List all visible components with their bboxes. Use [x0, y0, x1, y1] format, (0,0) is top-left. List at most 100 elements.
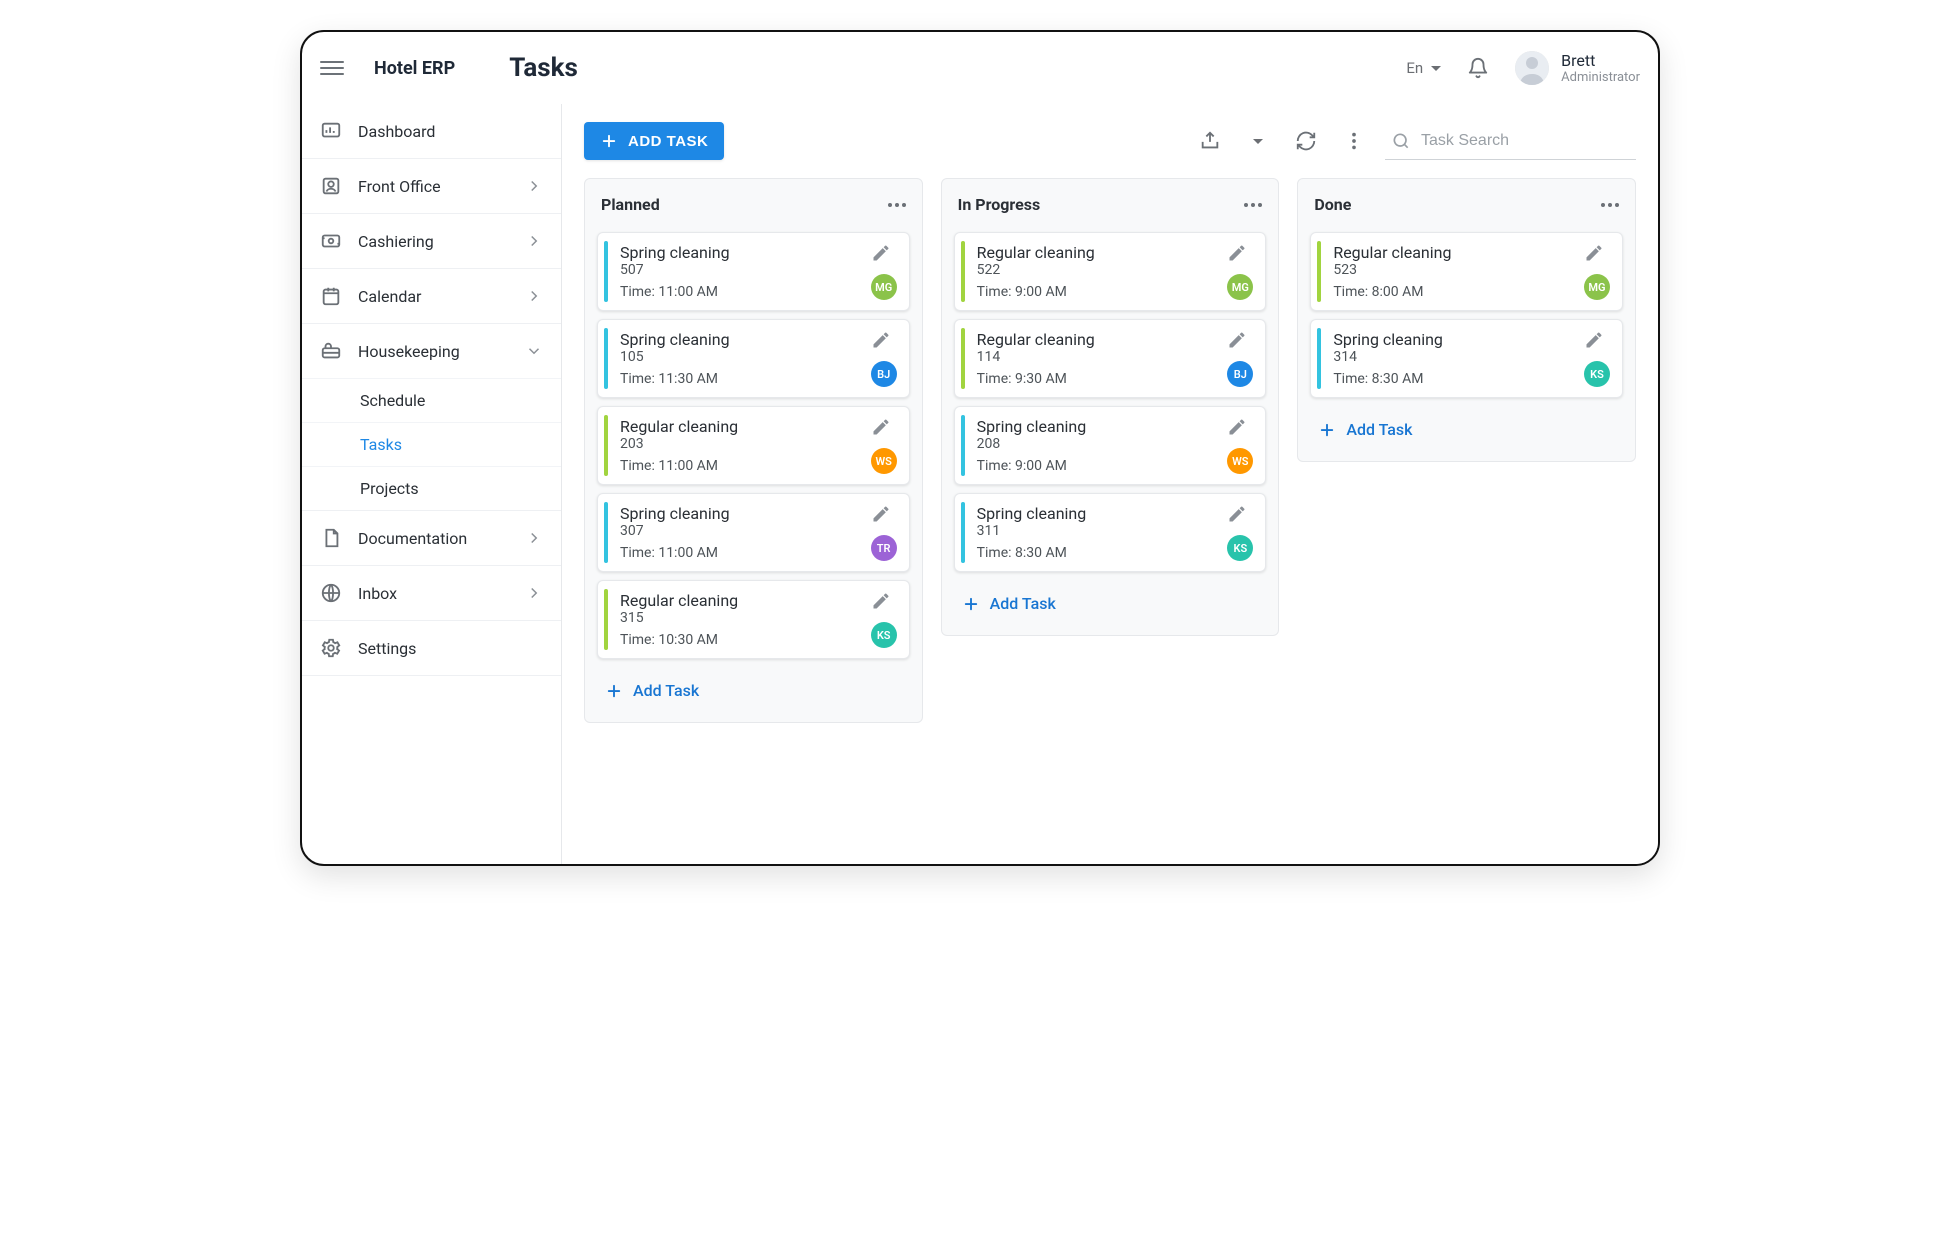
assignee-avatar[interactable]: KS — [871, 622, 897, 648]
sidebar-item-dashboard[interactable]: Dashboard — [302, 104, 561, 158]
task-card[interactable]: Regular cleaning203Time: 11:00 AMWS — [597, 406, 910, 485]
layout: Dashboard Front Office — [302, 104, 1658, 864]
task-card[interactable]: Regular cleaning522Time: 9:00 AMMG — [954, 232, 1267, 311]
user-name: Brett — [1561, 51, 1640, 70]
task-room: 208 — [977, 436, 1220, 452]
edit-task-button[interactable] — [871, 504, 897, 528]
edit-task-button[interactable] — [1227, 243, 1253, 267]
edit-task-button[interactable] — [1227, 417, 1253, 441]
export-menu-button[interactable] — [1241, 124, 1275, 158]
edit-task-button[interactable] — [1584, 330, 1610, 354]
sidebar: Dashboard Front Office — [302, 104, 562, 864]
assignee-avatar[interactable]: MG — [1227, 274, 1253, 300]
sidebar-item-label: Dashboard — [358, 122, 543, 141]
search-input[interactable] — [1419, 131, 1630, 151]
language-selector[interactable]: En — [1406, 59, 1441, 77]
edit-task-button[interactable] — [1227, 330, 1253, 354]
task-title: Regular cleaning — [977, 330, 1220, 349]
task-title: Spring cleaning — [620, 243, 863, 262]
language-label: En — [1406, 59, 1423, 77]
task-card[interactable]: Regular cleaning315Time: 10:30 AMKS — [597, 580, 910, 659]
card-stripe — [1317, 241, 1321, 302]
assignee-avatar[interactable]: WS — [1227, 448, 1253, 474]
more-button[interactable] — [1337, 124, 1371, 158]
task-time: Time: 9:00 AM — [977, 284, 1220, 300]
task-time: Time: 8:30 AM — [1333, 371, 1576, 387]
chevron-right-icon — [525, 287, 543, 305]
card-stripe — [961, 241, 965, 302]
sidebar-item-calendar[interactable]: Calendar — [302, 269, 561, 323]
task-card[interactable]: Spring cleaning307Time: 11:00 AMTR — [597, 493, 910, 572]
column-in_progress: In ProgressRegular cleaning522Time: 9:00… — [941, 178, 1280, 636]
edit-task-button[interactable] — [871, 330, 897, 354]
edit-task-button[interactable] — [871, 243, 897, 267]
column-done: DoneRegular cleaning523Time: 8:00 AMMGSp… — [1297, 178, 1636, 462]
add-task-button[interactable]: ADD TASK — [584, 122, 724, 160]
task-room: 311 — [977, 523, 1220, 539]
assignee-avatar[interactable]: TR — [871, 535, 897, 561]
assignee-avatar[interactable]: BJ — [871, 361, 897, 387]
task-card[interactable]: Spring cleaning314Time: 8:30 AMKS — [1310, 319, 1623, 398]
more-vert-icon — [1343, 130, 1365, 152]
task-time: Time: 10:30 AM — [620, 632, 863, 648]
sidebar-item-label: Schedule — [360, 391, 543, 410]
sidebar-item-label: Projects — [360, 479, 543, 498]
sidebar-item-front-office[interactable]: Front Office — [302, 159, 561, 213]
column-more-button[interactable] — [888, 203, 906, 207]
task-room: 522 — [977, 262, 1220, 278]
sidebar-item-label: Documentation — [358, 529, 509, 548]
column-add-task-button[interactable]: Add Task — [593, 667, 711, 714]
task-card[interactable]: Spring cleaning311Time: 8:30 AMKS — [954, 493, 1267, 572]
toolbar: ADD TASK — [584, 122, 1636, 160]
sidebar-item-housekeeping[interactable]: Housekeeping — [302, 324, 561, 378]
sidebar-item-tasks[interactable]: Tasks — [302, 422, 561, 466]
assignee-avatar[interactable]: MG — [1584, 274, 1610, 300]
task-card[interactable]: Regular cleaning523Time: 8:00 AMMG — [1310, 232, 1623, 311]
sidebar-item-projects[interactable]: Projects — [302, 466, 561, 510]
edit-task-button[interactable] — [871, 417, 897, 441]
task-room: 307 — [620, 523, 863, 539]
user-menu[interactable]: Brett Administrator — [1515, 51, 1640, 85]
column-more-button[interactable] — [1601, 203, 1619, 207]
edit-task-button[interactable] — [871, 591, 897, 615]
assignee-avatar[interactable]: MG — [871, 274, 897, 300]
column-more-button[interactable] — [1244, 203, 1262, 207]
assignee-avatar[interactable]: BJ — [1227, 361, 1253, 387]
sidebar-item-inbox[interactable]: Inbox — [302, 566, 561, 620]
topbar-right: En Brett Administrator — [1406, 51, 1640, 85]
assignee-avatar[interactable]: KS — [1227, 535, 1253, 561]
sidebar-item-settings[interactable]: Settings — [302, 621, 561, 675]
notifications-button[interactable] — [1461, 51, 1495, 85]
edit-task-button[interactable] — [1584, 243, 1610, 267]
export-button[interactable] — [1193, 124, 1227, 158]
task-time: Time: 8:00 AM — [1333, 284, 1576, 300]
column-add-task-button[interactable]: Add Task — [1306, 406, 1424, 453]
assignee-avatar[interactable]: KS — [1584, 361, 1610, 387]
assignee-avatar[interactable]: WS — [871, 448, 897, 474]
task-title: Spring cleaning — [620, 330, 863, 349]
task-room: 105 — [620, 349, 863, 365]
gear-icon — [320, 637, 342, 659]
task-time: Time: 9:00 AM — [977, 458, 1220, 474]
documentation-icon — [320, 527, 342, 549]
dashboard-icon — [320, 120, 342, 142]
sidebar-item-documentation[interactable]: Documentation — [302, 511, 561, 565]
task-time: Time: 9:30 AM — [977, 371, 1220, 387]
sidebar-item-schedule[interactable]: Schedule — [302, 378, 561, 422]
menu-icon[interactable] — [320, 56, 344, 80]
search-field[interactable] — [1385, 123, 1636, 160]
sidebar-item-cashiering[interactable]: Cashiering — [302, 214, 561, 268]
task-time: Time: 11:00 AM — [620, 458, 863, 474]
task-card[interactable]: Spring cleaning507Time: 11:00 AMMG — [597, 232, 910, 311]
task-card[interactable]: Spring cleaning105 Time: 11:30 AM BJ — [597, 319, 910, 398]
export-icon — [1199, 130, 1221, 152]
card-stripe — [604, 241, 608, 302]
column-add-task-button[interactable]: Add Task — [950, 580, 1068, 627]
task-card[interactable]: Regular cleaning114Time: 9:30 AMBJ — [954, 319, 1267, 398]
refresh-button[interactable] — [1289, 124, 1323, 158]
task-card[interactable]: Spring cleaning208Time: 9:00 AMWS — [954, 406, 1267, 485]
task-time: Time: 11:30 AM — [620, 371, 863, 387]
cashiering-icon — [320, 230, 342, 252]
edit-task-button[interactable] — [1227, 504, 1253, 528]
task-time: Time: 8:30 AM — [977, 545, 1220, 561]
